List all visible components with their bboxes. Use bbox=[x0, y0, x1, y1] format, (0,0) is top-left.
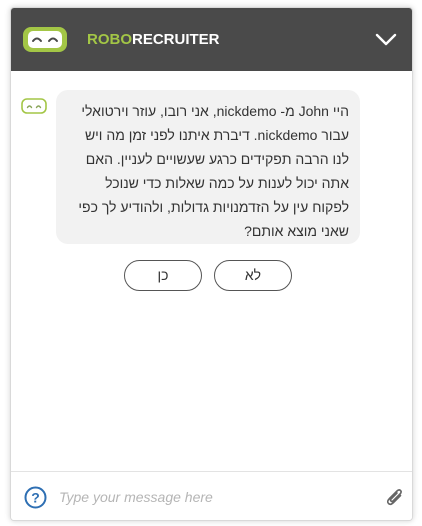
quick-reply-no-button[interactable]: לא bbox=[214, 260, 292, 291]
chat-header: ROBORECRUITER bbox=[11, 8, 412, 71]
robot-face-icon bbox=[21, 98, 47, 114]
message-area[interactable]: היי John מ- nickdemo, אני רובו, עוזר ויר… bbox=[11, 71, 412, 471]
bot-message-bubble: היי John מ- nickdemo, אני רובו, עוזר ויר… bbox=[56, 90, 360, 244]
robot-face-icon bbox=[23, 27, 67, 52]
message-composer: ? bbox=[11, 471, 412, 520]
brand-name-first: ROBO bbox=[87, 31, 132, 48]
svg-text:?: ? bbox=[31, 490, 40, 506]
brand-name: ROBORECRUITER bbox=[87, 30, 220, 50]
quick-reply-yes-button[interactable]: כן bbox=[124, 260, 202, 291]
paperclip-icon[interactable] bbox=[385, 486, 405, 508]
chat-widget: ROBORECRUITER היי John מ- nickdemo, אני … bbox=[10, 7, 413, 521]
chevron-down-icon[interactable] bbox=[374, 28, 398, 50]
message-input[interactable] bbox=[59, 483, 359, 511]
brand-name-second: RECRUITER bbox=[132, 31, 220, 48]
question-circle-icon[interactable]: ? bbox=[24, 486, 47, 509]
